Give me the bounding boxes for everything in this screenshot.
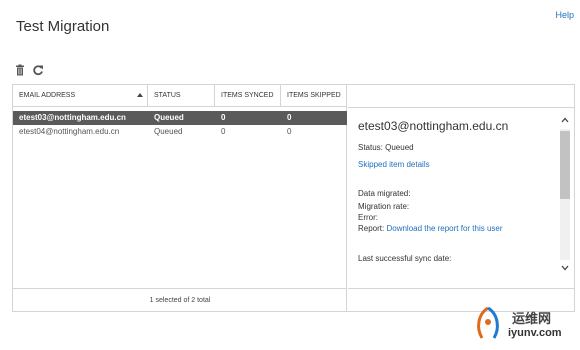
skipped-item-details-link[interactable]: Skipped item details [358,160,430,169]
detail-migration-rate: Migration rate: [358,202,410,211]
scroll-up-icon[interactable] [561,117,569,123]
report-label: Report: [358,224,385,233]
cell-items-skipped: 0 [287,127,292,136]
cell-email: etest03@nottingham.edu.cn [19,113,126,122]
selection-count: 1 selected of 2 total [13,288,347,312]
column-label: EMAIL ADDRESS [19,92,76,99]
trash-icon[interactable] [14,64,26,76]
migration-panel: EMAIL ADDRESS STATUS ITEMS SYNCED ITEMS … [12,84,575,312]
divider [348,288,574,289]
watermark-logo: 运维网 iyunv.com [472,304,576,348]
divider [348,107,574,108]
table-row[interactable]: etest04@nottingham.edu.cn Queued 0 0 [13,125,347,139]
cell-items-synced: 0 [221,113,226,122]
cell-status: Queued [154,113,184,122]
watermark-url: iyunv.com [508,327,562,339]
column-email-address[interactable]: EMAIL ADDRESS [13,85,148,107]
cell-status: Queued [154,127,183,136]
details-pane: etest03@nottingham.edu.cn Status: Queued… [348,85,574,312]
help-link[interactable]: Help [555,10,574,20]
cell-items-synced: 0 [221,127,226,136]
cell-email: etest04@nottingham.edu.cn [19,127,120,136]
detail-email: etest03@nottingham.edu.cn [358,119,509,133]
scrollbar-thumb[interactable] [560,131,570,199]
refresh-icon[interactable] [32,64,44,76]
sort-ascending-icon [137,93,143,97]
detail-last-sync: Last successful sync date: [358,254,452,263]
column-items-skipped[interactable]: ITEMS SKIPPED [281,85,347,107]
column-status[interactable]: STATUS [148,85,215,107]
detail-report: Report: Download the report for this use… [358,224,503,233]
page-title: Test Migration [16,18,110,35]
mailbox-grid: EMAIL ADDRESS STATUS ITEMS SYNCED ITEMS … [13,85,347,312]
grid-header: EMAIL ADDRESS STATUS ITEMS SYNCED ITEMS … [13,85,347,107]
download-report-link[interactable]: Download the report for this user [386,224,502,233]
watermark-brand: 运维网 [512,311,552,326]
column-label: ITEMS SYNCED [221,92,274,99]
column-label: ITEMS SKIPPED [287,92,341,99]
detail-data-migrated: Data migrated: [358,189,411,198]
scroll-down-icon[interactable] [561,265,569,271]
cell-items-skipped: 0 [287,113,292,122]
toolbar [14,64,44,76]
table-row[interactable]: etest03@nottingham.edu.cn Queued 0 0 [13,111,347,125]
column-items-synced[interactable]: ITEMS SYNCED [215,85,281,107]
column-label: STATUS [154,92,181,99]
detail-error: Error: [358,213,378,222]
detail-status: Status: Queued [358,143,414,152]
grid-rows: etest03@nottingham.edu.cn Queued 0 0 ete… [13,111,347,139]
watermark-figure-icon [477,306,499,339]
